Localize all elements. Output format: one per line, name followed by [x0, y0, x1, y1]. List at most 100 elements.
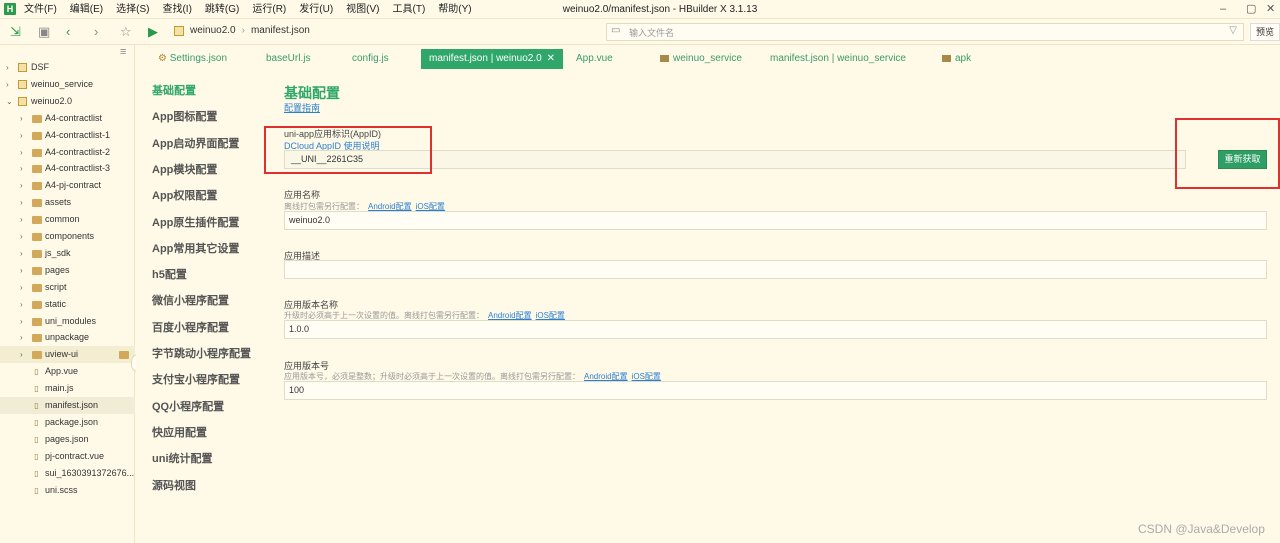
- version-name-android-link[interactable]: Android配置: [488, 311, 532, 320]
- settings-nav-item[interactable]: App权限配置: [152, 187, 217, 203]
- tree-item[interactable]: ▯ package.json: [0, 414, 135, 431]
- chevron-right-icon[interactable]: ›: [20, 160, 23, 177]
- app-name-ios-link[interactable]: iOS配置: [416, 202, 445, 211]
- version-name-field[interactable]: 1.0.0: [284, 320, 1267, 339]
- minimize-button[interactable]: –: [1220, 0, 1226, 19]
- chevron-right-icon[interactable]: ›: [20, 245, 23, 262]
- settings-nav-item[interactable]: h5配置: [152, 266, 187, 282]
- settings-nav-item[interactable]: 支付宝小程序配置: [152, 371, 240, 387]
- tree-item[interactable]: › components: [0, 228, 135, 245]
- tree-item[interactable]: ▯ main.js: [0, 380, 135, 397]
- editor-tab[interactable]: manifest.json | weinuo2.0 ✕: [421, 49, 564, 69]
- chevron-right-icon[interactable]: ›: [20, 329, 23, 346]
- restore-button[interactable]: ▢: [1246, 0, 1256, 19]
- version-code-ios-link[interactable]: iOS配置: [632, 372, 661, 381]
- editor-tab[interactable]: weinuo_service: [660, 49, 742, 69]
- close-window-button[interactable]: ✕: [1266, 0, 1275, 19]
- filter-icon[interactable]: ▽: [1229, 25, 1237, 36]
- file-search-input[interactable]: ▭ 输入文件名 ▽: [606, 23, 1244, 41]
- menu-item[interactable]: 编辑(E): [70, 0, 103, 19]
- chevron-right-icon[interactable]: ›: [20, 262, 23, 279]
- menu-item[interactable]: 视图(V): [346, 0, 379, 19]
- version-code-field[interactable]: 100: [284, 381, 1267, 400]
- tree-item[interactable]: ▯ pj-contract.vue: [0, 448, 135, 465]
- favorite-star-icon[interactable]: ☆: [120, 22, 132, 42]
- chevron-right-icon[interactable]: ›: [6, 59, 9, 76]
- version-code-android-link[interactable]: Android配置: [584, 372, 628, 381]
- chevron-right-icon[interactable]: ›: [20, 279, 23, 296]
- settings-nav-item[interactable]: 微信小程序配置: [152, 292, 229, 308]
- tree-item[interactable]: › A4-pj-contract: [0, 177, 135, 194]
- editor-tab[interactable]: manifest.json | weinuo_service: [770, 49, 906, 69]
- settings-nav-item[interactable]: 百度小程序配置: [152, 319, 229, 335]
- tree-item[interactable]: ▯ uni.scss: [0, 482, 135, 499]
- tree-item[interactable]: › pages: [0, 262, 135, 279]
- tree-item[interactable]: ▯ App.vue: [0, 363, 135, 380]
- hamburger-menu-icon[interactable]: ≡: [120, 46, 126, 58]
- save-icon[interactable]: ▣: [38, 22, 50, 42]
- tree-item[interactable]: › DSF: [0, 59, 135, 76]
- chevron-down-icon[interactable]: ⌄: [6, 93, 13, 110]
- breadcrumb-project[interactable]: weinuo2.0: [190, 25, 236, 36]
- chevron-right-icon[interactable]: ›: [20, 194, 23, 211]
- tree-item[interactable]: › static: [0, 296, 135, 313]
- editor-tab[interactable]: App.vue: [576, 49, 613, 69]
- menu-item[interactable]: 查找(I): [162, 0, 191, 19]
- tree-item[interactable]: › A4-contractlist-3: [0, 160, 135, 177]
- chevron-right-icon[interactable]: ›: [20, 177, 23, 194]
- menu-item[interactable]: 文件(F): [24, 0, 57, 19]
- config-guide-link[interactable]: 配置指南: [284, 101, 320, 114]
- tree-item[interactable]: › assets: [0, 194, 135, 211]
- menu-item[interactable]: 工具(T): [393, 0, 426, 19]
- settings-nav-item[interactable]: App原生插件配置: [152, 214, 239, 230]
- forward-arrow-icon[interactable]: ›: [94, 22, 98, 42]
- chevron-right-icon[interactable]: ›: [20, 313, 23, 330]
- preview-button[interactable]: 预览: [1250, 23, 1280, 41]
- chevron-right-icon[interactable]: ›: [20, 127, 23, 144]
- tree-item[interactable]: ▯ sui_1630391372676...: [0, 465, 135, 482]
- settings-nav-item[interactable]: App常用其它设置: [152, 240, 239, 256]
- settings-nav-item[interactable]: 基础配置: [152, 82, 196, 98]
- app-name-android-link[interactable]: Android配置: [368, 202, 412, 211]
- chevron-right-icon[interactable]: ›: [6, 76, 9, 93]
- open-folder-icon[interactable]: [119, 351, 129, 360]
- tree-item[interactable]: › A4-contractlist: [0, 110, 135, 127]
- settings-nav-item[interactable]: App模块配置: [152, 161, 217, 177]
- back-arrow-icon[interactable]: ‹: [66, 22, 70, 42]
- tree-item[interactable]: › script: [0, 279, 135, 296]
- editor-tab[interactable]: config.js: [352, 49, 389, 69]
- new-project-icon[interactable]: ⇲: [10, 22, 21, 42]
- chevron-right-icon[interactable]: ›: [20, 346, 23, 363]
- chevron-right-icon[interactable]: ›: [20, 211, 23, 228]
- tree-item[interactable]: ▯ pages.json: [0, 431, 135, 448]
- tree-item[interactable]: › common: [0, 211, 135, 228]
- editor-tab[interactable]: baseUrl.js: [266, 49, 310, 69]
- chevron-right-icon[interactable]: ›: [20, 296, 23, 313]
- tree-item[interactable]: › uview-ui: [0, 346, 135, 364]
- tree-item[interactable]: ⌄ weinuo2.0: [0, 93, 135, 110]
- chevron-right-icon[interactable]: ›: [20, 144, 23, 161]
- settings-nav-item[interactable]: App启动界面配置: [152, 135, 239, 151]
- menu-item[interactable]: 发行(U): [299, 0, 333, 19]
- breadcrumb-file[interactable]: manifest.json: [251, 25, 310, 36]
- app-name-field[interactable]: weinuo2.0: [284, 211, 1267, 230]
- version-name-ios-link[interactable]: iOS配置: [536, 311, 565, 320]
- menu-item[interactable]: 跳转(G): [205, 0, 239, 19]
- tree-item[interactable]: › A4-contractlist-2: [0, 144, 135, 161]
- settings-nav-item[interactable]: QQ小程序配置: [152, 398, 224, 414]
- run-icon[interactable]: ▶: [148, 22, 158, 42]
- tree-item[interactable]: › A4-contractlist-1: [0, 127, 135, 144]
- settings-nav-item[interactable]: 源码视图: [152, 477, 196, 493]
- settings-nav-item[interactable]: 快应用配置: [152, 424, 207, 440]
- tree-item[interactable]: › weinuo_service: [0, 76, 135, 93]
- menu-item[interactable]: 选择(S): [116, 0, 149, 19]
- settings-nav-item[interactable]: uni统计配置: [152, 450, 213, 466]
- close-tab-icon[interactable]: ✕: [547, 53, 555, 64]
- editor-tab[interactable]: ⚙ Settings.json: [158, 49, 227, 69]
- menu-item[interactable]: 帮助(Y): [438, 0, 471, 19]
- tree-item[interactable]: › js_sdk: [0, 245, 135, 262]
- settings-nav-item[interactable]: App图标配置: [152, 108, 217, 124]
- tree-item[interactable]: ▯ manifest.json: [0, 397, 135, 414]
- settings-nav-item[interactable]: 字节跳动小程序配置: [152, 345, 251, 361]
- chevron-right-icon[interactable]: ›: [20, 228, 23, 245]
